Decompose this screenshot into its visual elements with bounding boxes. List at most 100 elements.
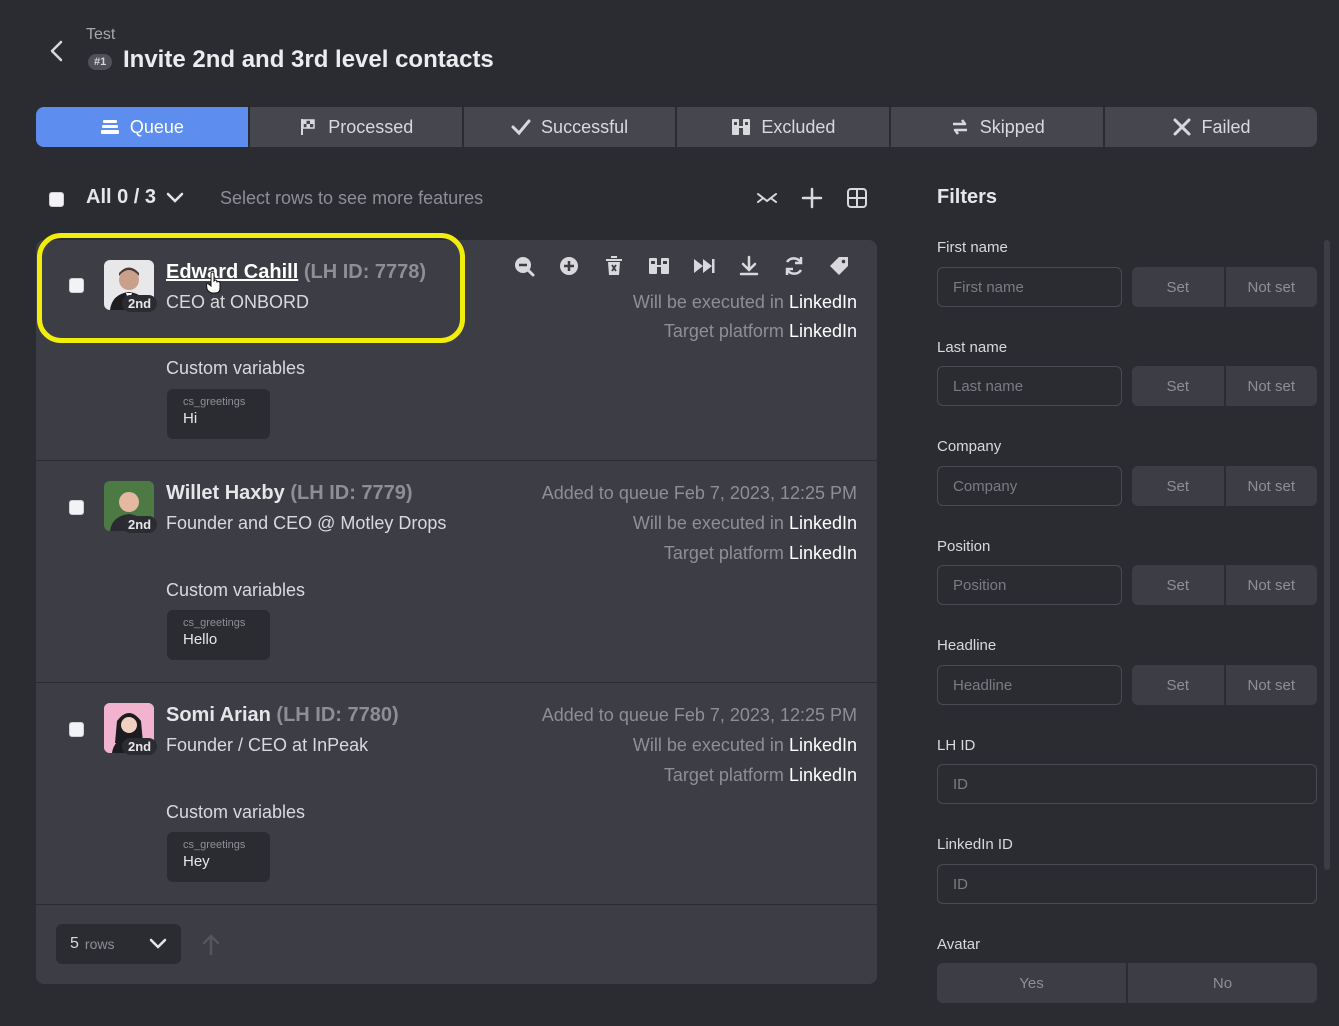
- grid-icon[interactable]: [845, 186, 869, 210]
- contact-headline: Founder and CEO @ Motley Drops: [166, 513, 447, 533]
- tab-label: Processed: [328, 116, 414, 137]
- lh-id-label: LH ID: [937, 737, 976, 754]
- collapse-icon[interactable]: [755, 186, 779, 210]
- add-square-icon[interactable]: [557, 254, 581, 278]
- headline-input[interactable]: Headline: [937, 665, 1122, 705]
- x-icon: [1173, 118, 1191, 136]
- fast-forward-icon[interactable]: [692, 254, 716, 278]
- set-button[interactable]: Set: [1132, 267, 1224, 307]
- first-name-input[interactable]: First name: [937, 267, 1122, 307]
- set-button[interactable]: Set: [1132, 466, 1224, 506]
- filters-scrollbar[interactable]: [1324, 240, 1330, 870]
- contact-name-link[interactable]: Edward Cahill: [166, 261, 298, 283]
- tab-processed[interactable]: Processed: [247, 107, 462, 147]
- contact-headline: Founder / CEO at InPeak: [166, 735, 369, 755]
- tab-label: Successful: [541, 116, 629, 137]
- company-label: Company: [937, 438, 1002, 455]
- contact-name: Willet Haxby (LH ID: 7779): [166, 482, 413, 505]
- tab-queue[interactable]: Queue: [36, 107, 248, 147]
- linkedin-id-label: LinkedIn ID: [937, 836, 1013, 853]
- target-platform-value: LinkedIn: [788, 765, 857, 785]
- tag-icon[interactable]: [827, 254, 851, 278]
- row-checkbox[interactable]: [69, 278, 84, 293]
- last-name-set-toggle: Set Not set: [1132, 366, 1317, 406]
- yes-button[interactable]: Yes: [937, 963, 1126, 1003]
- contacts-list: 2nd Edward Cahill (LH ID: 7778) CEO at O…: [36, 240, 877, 984]
- download-icon[interactable]: [737, 254, 761, 278]
- contact-name: Somi Arian (LH ID: 7780): [166, 704, 399, 727]
- page-title: Invite 2nd and 3rd level contacts: [123, 46, 494, 73]
- tab-label: Skipped: [979, 116, 1045, 137]
- position-input[interactable]: Position: [937, 565, 1122, 605]
- execution-platform: Will be executed in LinkedIn: [633, 292, 857, 313]
- set-button[interactable]: Set: [1132, 565, 1224, 605]
- lh-id-input[interactable]: ID: [937, 764, 1317, 804]
- breadcrumb: Test: [86, 26, 116, 43]
- lh-id: (LH ID: 7779): [290, 482, 413, 504]
- status-tabs: Queue Processed Successful Excluded Skip…: [36, 107, 1317, 147]
- company-input[interactable]: Company: [937, 466, 1122, 506]
- row-actions: [512, 254, 851, 278]
- table-row: 2nd Edward Cahill (LH ID: 7778) CEO at O…: [36, 240, 877, 461]
- rows-label: rows: [84, 936, 115, 952]
- executed-platform: LinkedIn: [788, 513, 857, 533]
- target-prefix: Target platform: [663, 765, 784, 785]
- variable-value: Hello: [183, 631, 218, 648]
- variable-value: Hi: [183, 410, 198, 427]
- row-checkbox[interactable]: [69, 500, 84, 515]
- tab-successful[interactable]: Successful: [461, 107, 676, 147]
- lh-id: (LH ID: 7778): [303, 261, 427, 283]
- scroll-top-arrow-icon[interactable]: [201, 932, 221, 956]
- first-name-set-toggle: Set Not set: [1132, 267, 1317, 307]
- target-platform: Target platform LinkedIn: [664, 543, 857, 564]
- set-button[interactable]: Set: [1132, 366, 1224, 406]
- selection-dropdown[interactable]: All 0 / 3: [86, 186, 184, 209]
- no-button[interactable]: No: [1126, 963, 1317, 1003]
- custom-variables-label: Custom variables: [166, 802, 306, 822]
- tab-failed[interactable]: Failed: [1103, 107, 1317, 147]
- connection-degree-badge: 2nd: [122, 295, 158, 312]
- tab-excluded[interactable]: Excluded: [675, 107, 889, 147]
- contact-headline: CEO at ONBORD: [166, 292, 310, 312]
- tab-skipped[interactable]: Skipped: [889, 107, 1103, 147]
- execution-platform: Will be executed in LinkedIn: [633, 735, 857, 756]
- linkedin-id-input[interactable]: ID: [937, 864, 1317, 904]
- first-name-label: First name: [937, 239, 1008, 256]
- add-icon[interactable]: [800, 186, 824, 210]
- contact-name-link[interactable]: Somi Arian: [166, 704, 271, 726]
- tab-label: Failed: [1201, 116, 1251, 137]
- tab-label: Excluded: [761, 116, 836, 137]
- target-platform: Target platform LinkedIn: [664, 321, 857, 342]
- headline-set-toggle: Set Not set: [1132, 665, 1317, 705]
- chevron-down-icon: [149, 938, 167, 949]
- back-arrow-icon[interactable]: [46, 38, 68, 64]
- set-button[interactable]: Set: [1132, 665, 1224, 705]
- row-checkbox[interactable]: [69, 722, 84, 737]
- position-label: Position: [937, 538, 991, 555]
- headline-label: Headline: [937, 637, 997, 654]
- contact-name: Edward Cahill (LH ID: 7778): [166, 261, 426, 284]
- contact-name-link[interactable]: Willet Haxby: [166, 482, 285, 504]
- queue-icon: [100, 120, 119, 134]
- selection-hint: Select rows to see more features: [220, 188, 484, 208]
- executed-prefix: Will be executed in: [632, 292, 784, 312]
- not-set-button[interactable]: Not set: [1223, 565, 1318, 605]
- trash-icon[interactable]: [602, 254, 626, 278]
- not-set-button[interactable]: Not set: [1223, 466, 1318, 506]
- custom-variables-label: Custom variables: [166, 358, 306, 378]
- last-name-input[interactable]: Last name: [937, 366, 1122, 406]
- last-name-label: Last name: [937, 339, 1008, 356]
- exclude-icon[interactable]: [647, 254, 671, 278]
- not-set-button[interactable]: Not set: [1223, 366, 1318, 406]
- executed-platform: LinkedIn: [788, 292, 857, 312]
- rows-per-page-select[interactable]: 5 rows: [56, 924, 181, 964]
- custom-variable-chip: cs_greetings Hi: [167, 389, 270, 439]
- not-set-button[interactable]: Not set: [1223, 267, 1318, 307]
- avatar-label: Avatar: [937, 936, 981, 953]
- target-platform-value: LinkedIn: [788, 321, 857, 341]
- not-set-button[interactable]: Not set: [1223, 665, 1318, 705]
- refresh-icon[interactable]: [782, 254, 806, 278]
- select-all-checkbox[interactable]: [49, 192, 64, 207]
- zoom-out-icon[interactable]: [512, 254, 536, 278]
- selection-count: All 0 / 3: [86, 186, 157, 208]
